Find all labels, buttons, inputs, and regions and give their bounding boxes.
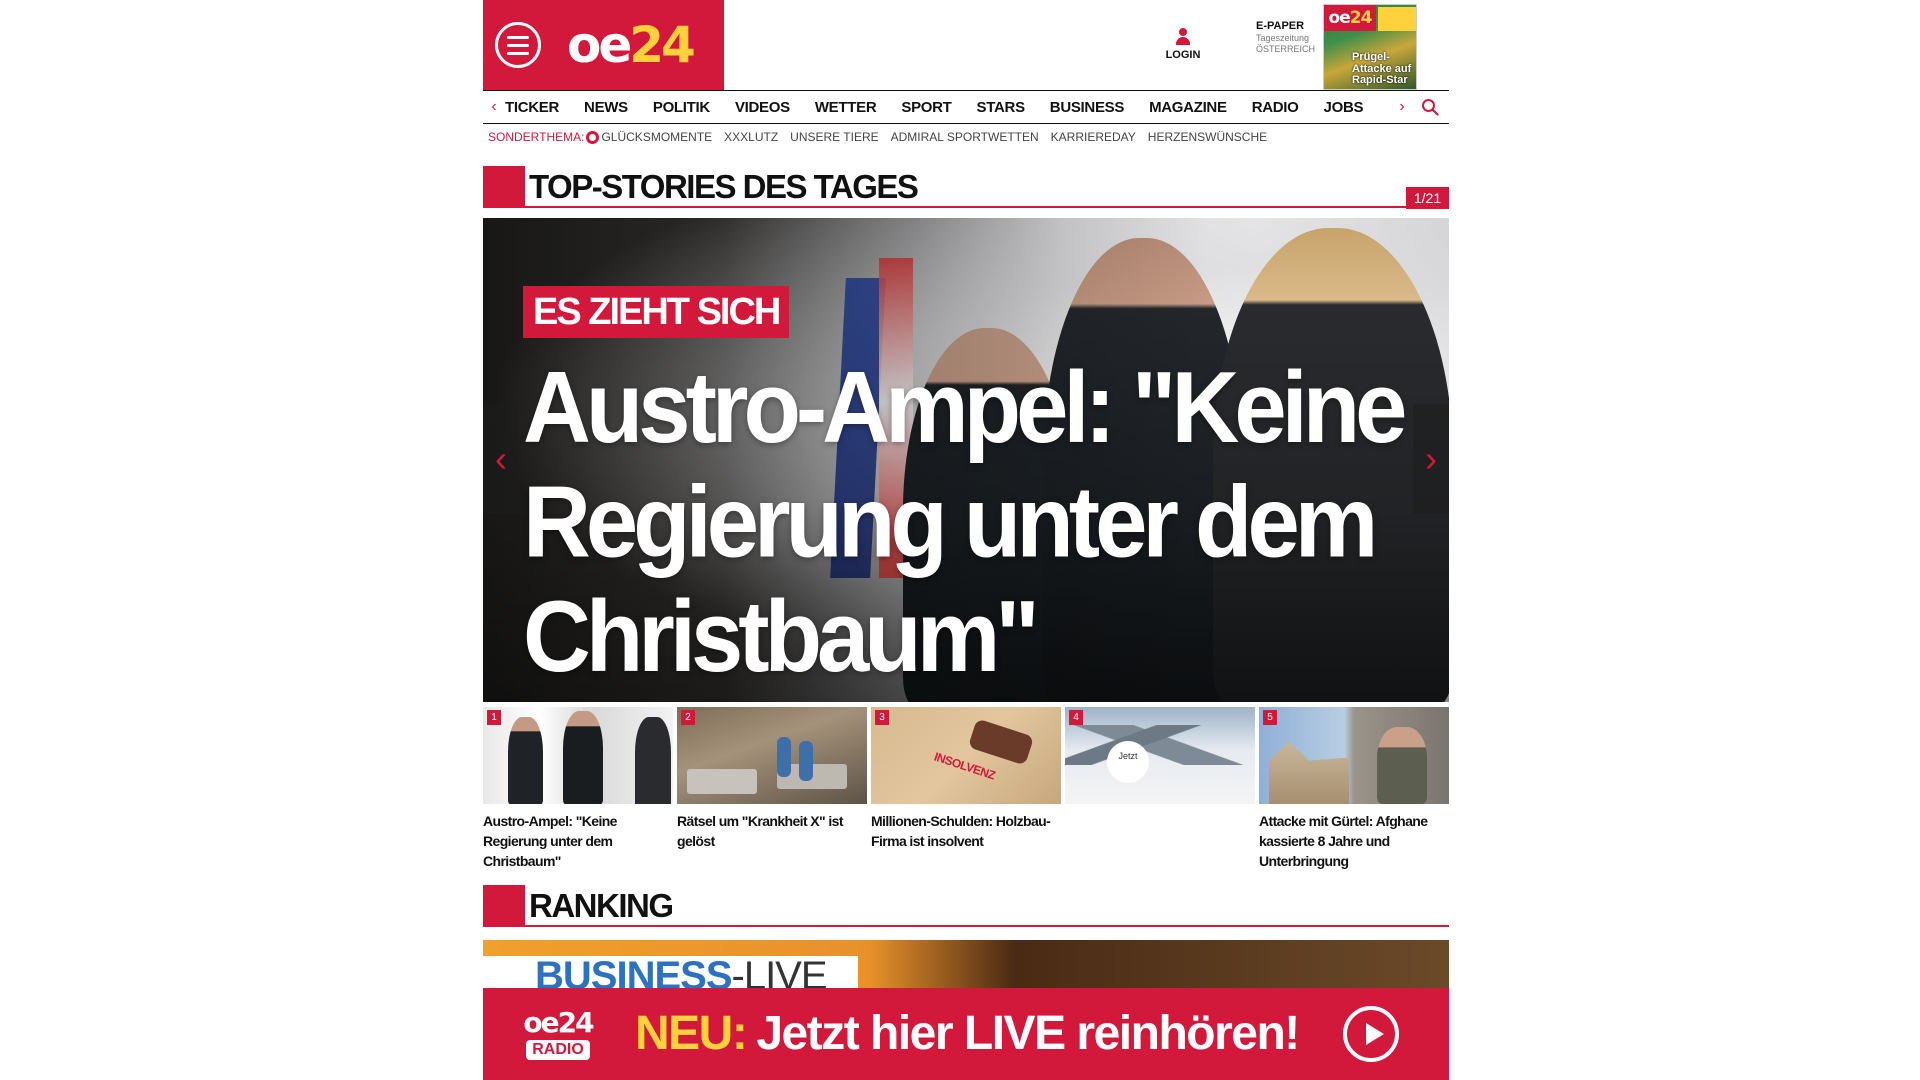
epaper-cover-teaser-box [1378,7,1416,31]
epaper-cover-logo: oe24 [1324,5,1376,31]
radio-logo-radio: RADIO [526,1039,590,1060]
nav-item-videos[interactable]: VIDEOS [735,99,790,116]
story-thumb-image: 4 [1065,707,1255,804]
radio-banner-neu: NEU: [635,1007,748,1060]
epaper-cover-headline: Prügel-Attacke auf Rapid-Star [1352,51,1412,87]
nav-item-stars[interactable]: STARS [977,99,1026,116]
cover-logo-24: 24 [1349,8,1373,28]
page: oe24 LOGIN E-PAPER Tageszeitung ÖSTERREI… [483,0,1449,1080]
special-topic-gluecksmomente[interactable]: Glücksmomente [601,130,712,144]
play-icon[interactable] [1343,1006,1399,1062]
story-thumb-caption[interactable]: Rätsel um "Krankheit X" ist gelöst [677,811,867,851]
hero-kicker: ES ZIEHT SICH [523,286,790,338]
story-thumb-caption[interactable]: Attacke mit Gürtel: Afghane kassierte 8 … [1259,811,1449,871]
epaper-link[interactable]: E-PAPER Tageszeitung ÖSTERREICH [1256,20,1326,55]
special-topic-xxxlutz[interactable]: XXXLutz [724,130,778,144]
special-topic-unsere-tiere[interactable]: Unsere Tiere [790,130,878,144]
top-stories-heading: TOP-STORIES DES TAGES 1/21 [483,166,1449,209]
story-thumb-image: 2 [677,707,867,804]
story-thumb[interactable]: 4 [1065,707,1255,871]
story-thumb-number: 2 [681,710,695,725]
hamburger-menu-icon[interactable] [495,22,541,68]
special-topic-logo-icon [586,130,600,144]
heading-rule [525,206,1449,208]
hero-headline[interactable]: Austro-Ampel: "Keine Regierung unter dem… [523,350,1407,693]
special-topic-label: SONDERTHEMA: [488,130,585,144]
hero-next-arrow-icon[interactable]: › [1413,404,1449,514]
heading-accent-block [483,166,525,208]
nav-item-radio[interactable]: RADIO [1252,99,1299,116]
search-icon[interactable] [1421,98,1439,116]
logo-text-oe: oe [567,16,632,74]
story-thumb-caption[interactable]: Millionen-Schulden: Holzbau-Firma ist in… [871,811,1061,851]
nav-scroll-left-icon[interactable]: ‹ [483,98,505,116]
nav-item-jobs[interactable]: JOBS [1324,99,1364,116]
story-thumb-number: 3 [875,710,889,725]
hero-prev-arrow-icon[interactable]: ‹ [483,404,519,514]
nav-scroll-right-icon[interactable]: › [1391,98,1413,116]
logo-text-24: 24 [629,16,696,74]
nav-item-wetter[interactable]: WETTER [815,99,877,116]
business-live-promo[interactable]: BUSINESS-LIVE [483,940,1449,990]
story-thumb-number: 4 [1069,710,1083,725]
story-thumb-number: 1 [487,710,501,725]
hero-story[interactable]: ES ZIEHT SICH Austro-Ampel: "Keine Regie… [483,218,1449,702]
cover-logo-oe: oe [1328,8,1351,28]
nav-item-ticker[interactable]: TICKER [505,99,559,116]
nav-item-politik[interactable]: POLITIK [653,99,710,116]
heading-rule [525,925,1449,927]
story-thumb[interactable]: 1 Austro-Ampel: "Keine Regierung unter d… [483,707,673,871]
ranking-title: RANKING [529,887,674,924]
site-header: oe24 LOGIN E-PAPER Tageszeitung ÖSTERREI… [483,0,1449,90]
main-navigation: ‹ TICKER NEWS POLITIK VIDEOS WETTER SPOR… [483,90,1449,124]
slide-counter: 1/21 [1406,187,1449,209]
epaper-subtitle-2: ÖSTERREICH [1256,43,1316,54]
story-thumbnails: 1 Austro-Ampel: "Keine Regierung unter d… [483,707,1449,871]
radio-banner-message: Jetzt hier LIVE reinhören! [756,1007,1300,1060]
nav-item-news[interactable]: NEWS [584,99,628,116]
nav-item-magazine[interactable]: MAGAZINE [1149,99,1227,116]
business-live-title: BUSINESS-LIVE [483,956,858,990]
special-topic-karriereday[interactable]: Karriereday [1051,130,1136,144]
radio-banner-text: NEU: Jetzt hier LIVE reinhören! [635,1007,1300,1060]
story-thumb-number: 5 [1263,710,1277,725]
epaper-title: E-PAPER [1256,20,1305,32]
heading-accent-block [483,885,525,927]
login-button[interactable]: LOGIN [1163,28,1203,61]
story-thumb-image: 3 [871,707,1061,804]
nav-items: TICKER NEWS POLITIK VIDEOS WETTER SPORT … [505,99,1388,116]
story-thumb[interactable]: 3 Millionen-Schulden: Holzbau-Firma ist … [871,707,1061,871]
business-live-suffix: -LIVE [731,954,828,990]
special-topics-bar: SONDERTHEMA: Glücksmomente XXXLutz Unser… [483,124,1449,150]
user-icon [1176,28,1190,46]
story-thumb-image: 5 [1259,707,1449,804]
nav-item-business[interactable]: BUSINESS [1050,99,1125,116]
story-thumb[interactable]: 2 Rätsel um "Krankheit X" ist gelöst [677,707,867,871]
story-thumb[interactable]: 5 Attacke mit Gürtel: Afghane kassierte … [1259,707,1449,871]
top-stories-title: TOP-STORIES DES TAGES [529,168,919,205]
radio-live-banner[interactable]: oe24 RADIO NEU: Jetzt hier LIVE reinhören… [483,988,1449,1080]
epaper-cover-thumbnail[interactable]: oe24 Prügel-Attacke auf Rapid-Star [1323,4,1417,90]
epaper-subtitle-1: Tageszeitung [1256,33,1310,44]
logo-area: oe24 [483,0,724,90]
nav-item-sport[interactable]: SPORT [901,99,951,116]
story-thumb-caption[interactable]: Austro-Ampel: "Keine Regierung unter dem… [483,811,673,871]
special-topic-herzenswuensche[interactable]: Herzenswünsche [1148,130,1267,144]
ranking-heading: RANKING [483,885,1449,927]
story-thumb-image: 1 [483,707,673,804]
radio-logo: oe24 RADIO [513,1005,603,1060]
radio-logo-oe24: oe24 [523,1005,594,1039]
business-live-word: BUSINESS [535,954,732,990]
site-logo[interactable]: oe24 [567,20,696,70]
special-topic-admiral-sportwetten[interactable]: Admiral Sportwetten [891,130,1039,144]
login-label: LOGIN [1165,49,1201,61]
